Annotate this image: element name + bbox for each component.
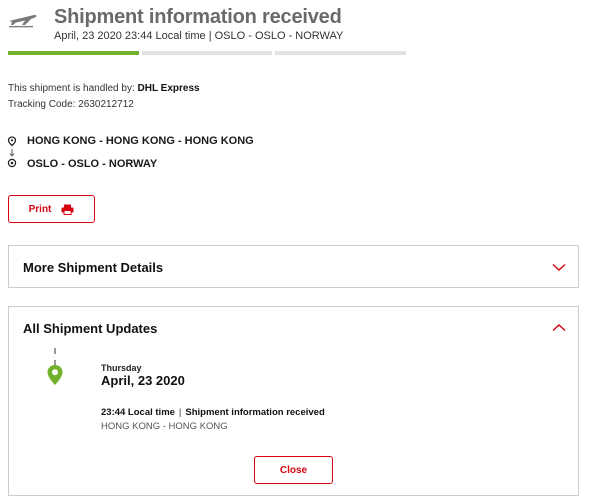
event-status: Shipment information received: [185, 407, 325, 418]
route-icon: [7, 136, 17, 168]
tracking-code-label: Tracking Code:: [8, 99, 76, 110]
page-title: Shipment information received: [54, 6, 342, 28]
print-button-label: Print: [28, 203, 52, 215]
printer-icon: [61, 204, 74, 215]
tracking-code-line: Tracking Code: 2630212712: [8, 99, 134, 110]
chevron-up-icon[interactable]: [552, 323, 566, 332]
chevron-down-icon[interactable]: [552, 263, 566, 272]
handled-by-label: This shipment is handled by:: [8, 83, 135, 94]
event-day: Thursday: [101, 363, 142, 373]
location-pin-icon: [47, 365, 63, 385]
origin-location: HONG KONG - HONG KONG - HONG KONG: [27, 135, 254, 147]
carrier-name: DHL Express: [137, 83, 200, 94]
tracking-code: 2630212712: [78, 99, 134, 110]
close-button[interactable]: Close: [254, 456, 333, 484]
more-details-title: More Shipment Details: [23, 260, 164, 275]
progress-bar: [8, 51, 407, 55]
destination-location: OSLO - OSLO - NORWAY: [27, 158, 158, 170]
event-date: April, 23 2020: [101, 373, 185, 388]
progress-segment-2: [141, 51, 273, 55]
handled-by-line: This shipment is handled by: DHL Express: [8, 83, 200, 94]
more-details-panel[interactable]: More Shipment Details: [8, 245, 579, 288]
event-separator: |: [178, 407, 182, 418]
progress-segment-1: [8, 51, 139, 55]
status-subtitle: April, 23 2020 23:44 Local time | OSLO -…: [54, 30, 344, 42]
plane-icon: [9, 14, 37, 28]
event-time: 23:44 Local time: [101, 407, 175, 418]
event-detail: 23:44 Local time | Shipment information re…: [101, 407, 325, 418]
event-location: HONG KONG - HONG KONG: [101, 421, 228, 432]
progress-segment-3: [275, 51, 407, 55]
shipment-updates-title: All Shipment Updates: [23, 321, 158, 336]
print-button[interactable]: Print: [8, 195, 95, 223]
